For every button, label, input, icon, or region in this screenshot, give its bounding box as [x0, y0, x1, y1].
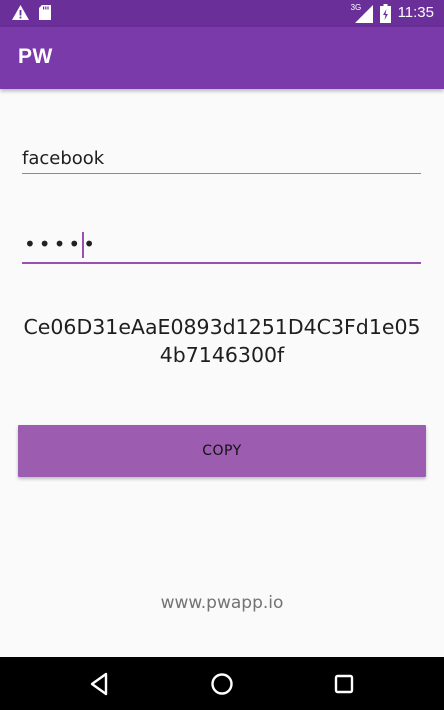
- master-password-input[interactable]: •••••: [22, 226, 421, 264]
- battery-icon: [379, 3, 391, 23]
- back-icon[interactable]: [86, 670, 114, 698]
- site-input[interactable]: [22, 144, 421, 174]
- app-bar: PW: [0, 27, 444, 89]
- status-bar: 3G 11:35: [0, 0, 444, 27]
- app-screen: 3G 11:35 PW ••••• Ce06D31eAaE0893d1251D4…: [0, 0, 444, 710]
- text-cursor: [82, 232, 84, 258]
- recents-icon[interactable]: [330, 670, 358, 698]
- home-icon[interactable]: [208, 670, 236, 698]
- copy-button[interactable]: COPY: [18, 425, 426, 477]
- password-mask: •••••: [24, 232, 98, 256]
- warning-icon: [12, 5, 29, 20]
- status-left: [12, 5, 51, 20]
- generated-password: Ce06D31eAaE0893d1251D4C3Fd1e054b7146300f: [23, 315, 421, 367]
- signal-indicator: 3G: [351, 3, 373, 23]
- navigation-bar: [0, 657, 444, 710]
- status-right: 3G 11:35: [351, 3, 434, 23]
- signal-icon: [354, 5, 373, 23]
- website-link[interactable]: www.pwapp.io: [0, 593, 444, 613]
- sd-card-icon: [39, 5, 51, 20]
- app-title: PW: [18, 45, 53, 68]
- status-time: 11:35: [397, 4, 434, 21]
